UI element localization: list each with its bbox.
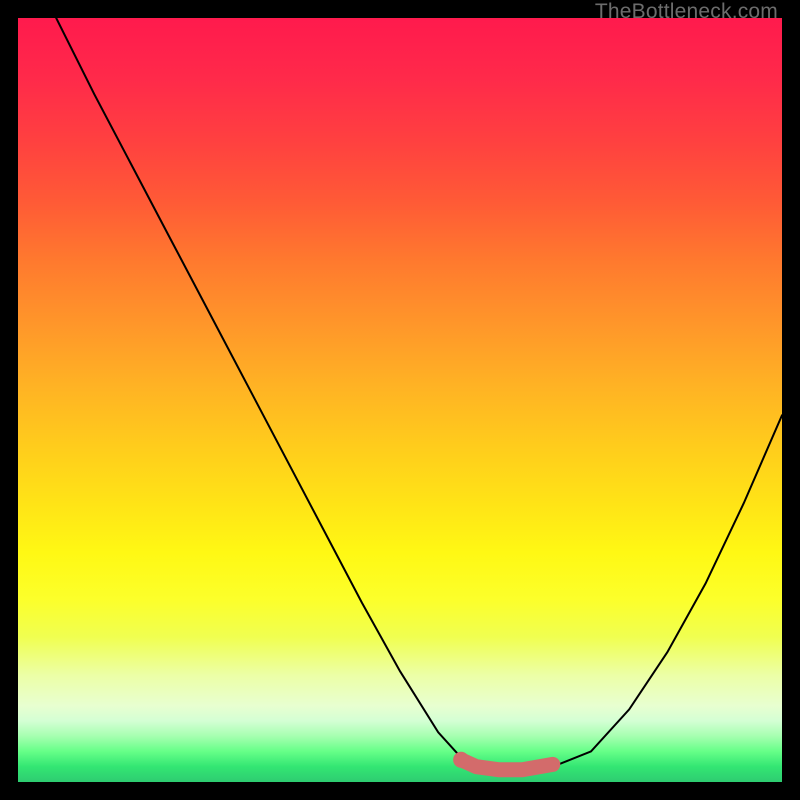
optimal-range-dot bbox=[453, 752, 469, 768]
watermark-text: TheBottleneck.com bbox=[595, 0, 778, 24]
optimal-range-highlight bbox=[461, 760, 553, 770]
bottleneck-curve-path bbox=[56, 18, 782, 770]
chart-svg bbox=[18, 18, 782, 782]
chart-frame bbox=[18, 18, 782, 782]
